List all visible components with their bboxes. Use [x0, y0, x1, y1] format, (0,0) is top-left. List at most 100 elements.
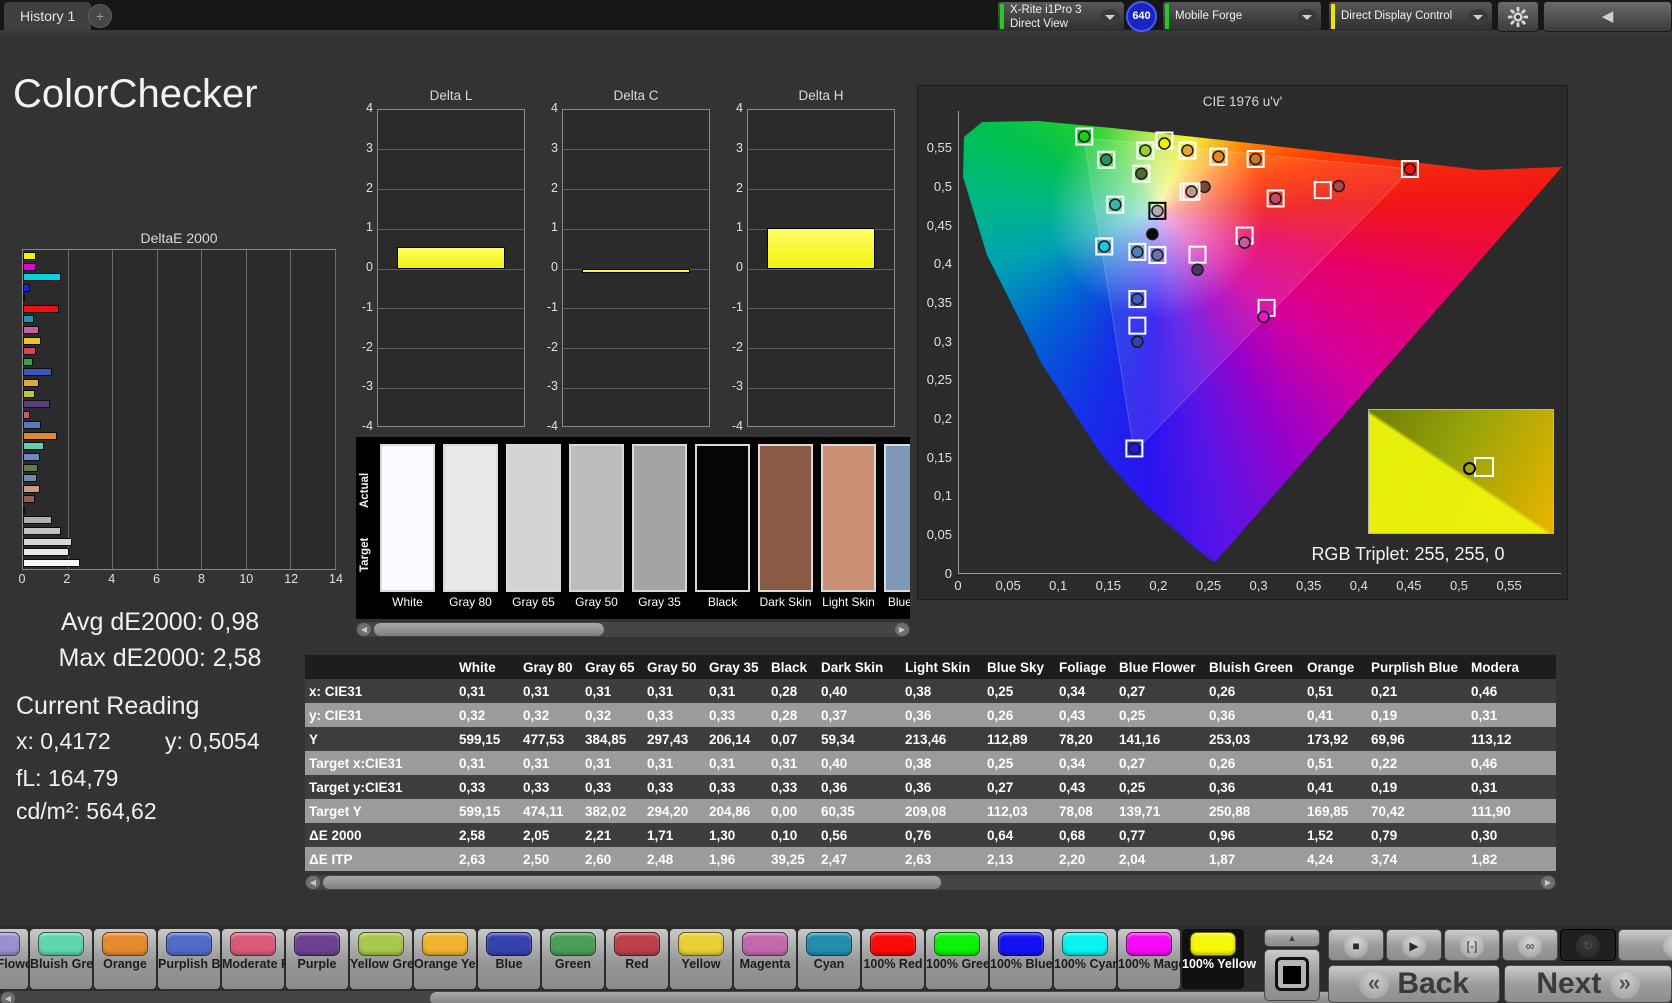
cie-measured-orange-yellow — [1181, 144, 1194, 157]
cie-y-tick: 0,4 — [933, 256, 952, 272]
cie-measured-cyan — [1098, 240, 1111, 253]
patch-button-bluish-green[interactable]: Bluish Green — [30, 929, 108, 989]
table-cell: 213,46 — [901, 727, 983, 751]
patch-button-orange[interactable]: Orange — [94, 929, 156, 989]
next-button[interactable]: Next » — [1504, 965, 1672, 1003]
back-button[interactable]: « Back — [1328, 965, 1500, 1003]
table-scrollbar-thumb[interactable] — [323, 876, 941, 889]
patch-button-orange-yellow[interactable]: Orange Yellow — [414, 929, 500, 989]
patch-button-yellow[interactable]: Yellow — [670, 929, 732, 989]
cie-x-tick: 0,15 — [1095, 578, 1121, 593]
patch-button-100-green[interactable]: 100% Green — [926, 929, 998, 989]
de-bar-gray-50 — [23, 527, 62, 536]
patch-button-100-cyan[interactable]: 100% Cyan — [1054, 929, 1120, 989]
patch-button-cyan[interactable]: Cyan — [798, 929, 860, 989]
range-button[interactable]: [-] — [1444, 929, 1500, 961]
de-bar-red — [23, 347, 37, 356]
table-cell: 0,07 — [767, 727, 817, 751]
patch-button-blue[interactable]: Blue — [478, 929, 540, 989]
table-cell: 0,36 — [901, 775, 983, 799]
table-cell: 1,87 — [1205, 847, 1303, 871]
table-cell: 206,14 — [705, 727, 767, 751]
table-cell: 2,13 — [983, 847, 1055, 871]
max-de2000-readout: Max dE2000: 2,58 — [58, 644, 262, 672]
patch-button-moderate-red[interactable]: Moderate Red — [222, 929, 305, 989]
patch-button-red[interactable]: Red — [606, 929, 668, 989]
record-button[interactable] — [1618, 929, 1672, 961]
patch-button-purplish-blue[interactable]: Purplish Blue — [158, 929, 239, 989]
patch-chip — [102, 932, 148, 956]
swatch-gray-35: Gray 35 — [632, 444, 687, 609]
de-bar-row-gray-50 — [23, 527, 335, 536]
collapse-panel-button[interactable]: ◀ — [1543, 1, 1672, 32]
patch-button-yellow-green[interactable]: Yellow Green — [350, 929, 429, 989]
swatch-gray-80: Gray 80 — [443, 444, 498, 609]
patch-button-100-red[interactable]: 100% Red — [862, 929, 924, 989]
gridline — [563, 189, 709, 190]
cie-measured-white-point — [1151, 204, 1164, 218]
de-bar-row-white — [23, 558, 335, 567]
column-header-blue-sky: Blue Sky — [983, 655, 1055, 679]
loop-button[interactable]: ∞ — [1502, 929, 1558, 961]
patch-window-button[interactable] — [1264, 949, 1320, 1001]
column-header-gray-35: Gray 35 — [705, 655, 767, 679]
table-cell: 2,21 — [581, 823, 643, 847]
cie-chart-title: CIE 1976 u'v' — [1202, 94, 1283, 109]
patch-button-purple[interactable]: Purple — [286, 929, 348, 989]
patch-button-100-magenta[interactable]: 100% Magenta — [1118, 929, 1204, 989]
table-scrollbar[interactable]: ◀ ▶ — [305, 875, 1556, 890]
patch-button-label: Red — [625, 957, 649, 971]
patch-button-green[interactable]: Green — [542, 929, 604, 989]
scroll-right-icon[interactable]: ▶ — [895, 623, 909, 636]
add-tab-button[interactable]: + — [88, 4, 112, 28]
scroll-left-icon[interactable]: ◀ — [1, 992, 15, 1003]
cie-measured-blue-100 — [1128, 442, 1141, 455]
table-cell: 0,31 — [643, 679, 705, 703]
table-row-target-y-cie31: Target y:CIE31 0,33 0,33 0,33 0,33 0,33 0,33 0,… — [305, 775, 1556, 799]
patch-button-blue-flower[interactable]: Blue Flower — [0, 929, 37, 989]
delta-l-chart: Delta L 4 3 2 1 0 -1 -2 -3 -4 — [357, 88, 525, 448]
patch-button-label: Yellow Green — [350, 957, 429, 971]
scroll-left-icon[interactable]: ◀ — [306, 876, 320, 889]
swatch-scrollbar-thumb[interactable] — [374, 623, 604, 636]
patch-scrollbar-thumb[interactable] — [430, 992, 1390, 1003]
de-bar-row-blue-flower — [23, 452, 335, 461]
delta-y-tick: 4 — [366, 101, 373, 115]
table-cell: 2,50 — [519, 847, 581, 871]
refresh-button[interactable]: ↻ — [1560, 929, 1616, 961]
delta-y-tick: 1 — [736, 220, 743, 235]
swatch-scrollbar[interactable]: ◀ ▶ — [356, 622, 910, 637]
patch-button-100-blue[interactable]: 100% Blue — [990, 929, 1053, 989]
patch-strip-scrollbar[interactable]: ◀ ▶ — [0, 991, 1418, 1003]
table-cell: 0,27 — [1115, 751, 1205, 775]
tab-history-1[interactable]: History 1 — [4, 2, 92, 30]
swatch-label: Black — [707, 595, 738, 609]
delta-y-tick: -3 — [731, 379, 743, 394]
stop-button[interactable]: ■ — [1328, 929, 1384, 961]
rgb-triplet-readout: RGB Triplet: 255, 255, 0 — [1311, 544, 1505, 564]
table-cell: 253,03 — [1205, 727, 1303, 751]
settings-button[interactable] — [1497, 1, 1539, 32]
patch-button-100-yellow[interactable]: 100% Yellow — [1182, 929, 1256, 989]
swatch-label: Blue Sky — [887, 595, 910, 609]
de-bar-row-100-red — [23, 304, 335, 313]
delta-chart-plot — [562, 109, 710, 427]
swatch-strip: Actual Target White Gray 80 Gray 65 Gray 50… — [356, 437, 910, 619]
delta-y-tick: -2 — [361, 339, 373, 354]
de-bar-row-yellow — [23, 336, 335, 345]
scroll-right-icon[interactable]: ▶ — [1541, 876, 1555, 889]
patch-button-magenta[interactable]: Magenta — [734, 929, 796, 989]
display-control-dropdown-label: Direct Display Control — [1341, 10, 1453, 22]
table-cell: 0,46 — [1467, 751, 1556, 775]
table-cell: 1,71 — [643, 823, 705, 847]
play-button[interactable]: ▶ — [1386, 929, 1442, 961]
source-dropdown[interactable]: Mobile Forge — [1163, 2, 1321, 31]
scroll-left-icon[interactable]: ◀ — [357, 623, 371, 636]
meter-dropdown[interactable]: X-Rite i1Pro 3 Direct View — [998, 2, 1124, 31]
table-cell: 111,90 — [1467, 799, 1556, 823]
row-label: ΔE 2000 — [305, 823, 455, 847]
display-control-dropdown[interactable]: Direct Display Control — [1329, 2, 1492, 31]
luminance-badge[interactable]: 640 — [1126, 1, 1157, 32]
patch-strip-expand-button[interactable]: ▲ — [1264, 929, 1320, 947]
table-cell: 250,88 — [1205, 799, 1303, 823]
